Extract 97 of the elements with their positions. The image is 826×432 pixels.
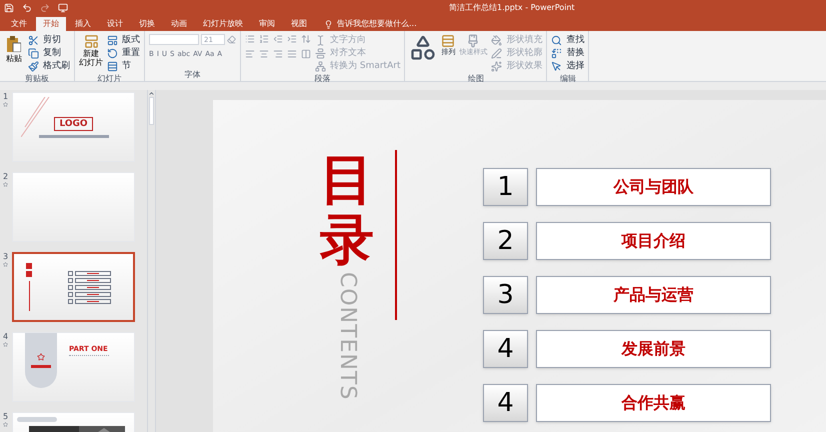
slide-number: 5 (2, 412, 8, 422)
slide-number: 4 (2, 332, 8, 342)
ribbon-tab[interactable]: 文件 (4, 17, 34, 31)
subtitle-text: CONTENTS (334, 272, 361, 400)
slide-number: 3 (2, 252, 8, 262)
star-icon (3, 342, 8, 347)
button-label: 新建 (83, 49, 99, 58)
shapes-gallery-icon[interactable] (409, 34, 438, 62)
group-label: 段落 (314, 73, 332, 85)
group-label: 幻灯片 (96, 73, 122, 85)
ribbon-icon (551, 35, 562, 46)
brush-icon (466, 34, 480, 48)
contents-item: 合作共赢 (536, 384, 771, 422)
group-label: 编辑 (558, 73, 577, 85)
ribbon-icon (28, 61, 39, 72)
save-icon[interactable] (4, 2, 14, 12)
slide-number: 2 (2, 172, 8, 182)
group-label: 剪贴板 (24, 73, 50, 85)
paragraph-icon[interactable] (273, 34, 283, 44)
ribbon-tab[interactable]: 审阅 (252, 17, 282, 31)
paragraph-icon[interactable] (245, 34, 255, 44)
ribbon-button[interactable]: 剪切 (28, 34, 70, 47)
paragraph-icon[interactable] (301, 34, 311, 44)
star-icon (3, 182, 8, 187)
group-label: 绘图 (466, 73, 485, 85)
tell-me-field[interactable]: 告诉我您想要做什么... (324, 17, 457, 31)
paste-button[interactable]: 粘贴 (4, 34, 24, 73)
number-box: 4 (483, 384, 528, 422)
star-icon (3, 422, 8, 427)
slideshow-icon[interactable] (58, 2, 68, 12)
scrollbar[interactable] (147, 90, 155, 432)
star-icon (3, 102, 8, 107)
slide-icon (84, 34, 98, 49)
undo-icon[interactable] (22, 2, 32, 12)
ribbon-icon (315, 48, 326, 59)
contents-item: 产品与运营 (536, 276, 771, 314)
contents-item: 发展前景 (536, 330, 771, 368)
number-box: 2 (483, 222, 528, 260)
ribbon-icon (107, 61, 118, 72)
ribbon-tab[interactable]: 设计 (100, 17, 130, 31)
paragraph-icon[interactable] (259, 34, 269, 44)
star-icon (3, 262, 8, 267)
contents-item: 项目介绍 (536, 222, 771, 260)
ribbon-button[interactable]: 选择 (551, 60, 584, 73)
ribbon-button[interactable]: 版式 (107, 34, 140, 47)
ribbon-icon (491, 48, 502, 59)
align-icon[interactable] (245, 49, 255, 59)
ribbon-button[interactable]: 查找 (551, 34, 584, 47)
ribbon-icon (551, 48, 562, 59)
ribbon-icon (107, 48, 118, 59)
group-label: 字体 (184, 69, 202, 81)
ribbon-tab[interactable]: 插入 (68, 17, 98, 31)
logo-text: LOGO (54, 116, 93, 130)
title-character: 录 (320, 210, 374, 270)
ribbon-icon (315, 61, 326, 72)
ribbon-icon (28, 48, 39, 59)
button-label: 幻灯片 (79, 58, 103, 67)
align-icon[interactable] (259, 49, 269, 59)
number-box: 1 (483, 168, 528, 206)
ribbon-tab[interactable]: 切换 (132, 17, 162, 31)
align-icon[interactable] (273, 49, 283, 59)
scroll-up-icon[interactable] (148, 90, 155, 97)
window-title: 简洁工作总结1.pptx - PowerPoint (449, 2, 575, 14)
slide-thumbnail[interactable]: LOGO (12, 92, 135, 162)
new-slide-button[interactable]: 新建 幻灯片 (79, 34, 103, 73)
ribbon-button[interactable]: 节 (107, 60, 140, 73)
ribbon-icon (491, 61, 502, 72)
paragraph-icon[interactable] (287, 34, 297, 44)
subtitle-bar (38, 134, 108, 138)
stripe-drawing (21, 97, 51, 137)
clipboard-icon (7, 36, 21, 52)
slide-number: 1 (2, 92, 8, 102)
ribbon-button[interactable]: 重置 (107, 47, 140, 60)
ribbon-icon (551, 61, 562, 72)
ribbon-icon (107, 35, 118, 46)
align-icon[interactable] (301, 49, 311, 59)
ribbon-button[interactable]: 替换 (551, 47, 584, 60)
ribbon-icon (315, 35, 326, 46)
header-bar (17, 417, 57, 422)
arrange-icon (441, 34, 456, 48)
ribbon-tab[interactable]: 幻灯片放映 (196, 17, 250, 31)
lightbulb-icon (324, 20, 333, 28)
scrollbar-thumb[interactable] (149, 97, 154, 125)
title-character: 目 (320, 150, 374, 210)
align-icon[interactable] (287, 49, 297, 59)
contents-item: 公司与团队 (536, 168, 771, 206)
ribbon-icon (491, 35, 502, 46)
ribbon-tab[interactable]: 动画 (164, 17, 194, 31)
ribbon-icon (28, 35, 39, 46)
ribbon-button[interactable]: 复制 (28, 47, 70, 60)
font-name-field[interactable] (149, 34, 199, 45)
ribbon-tab[interactable]: 视图 (284, 17, 314, 31)
number-box: 3 (483, 276, 528, 314)
number-box: 4 (483, 330, 528, 368)
clear-format-icon[interactable] (227, 35, 236, 44)
ribbon-button[interactable]: 格式刷 (28, 60, 70, 73)
ribbon-tab[interactable]: 开始 (36, 17, 66, 31)
